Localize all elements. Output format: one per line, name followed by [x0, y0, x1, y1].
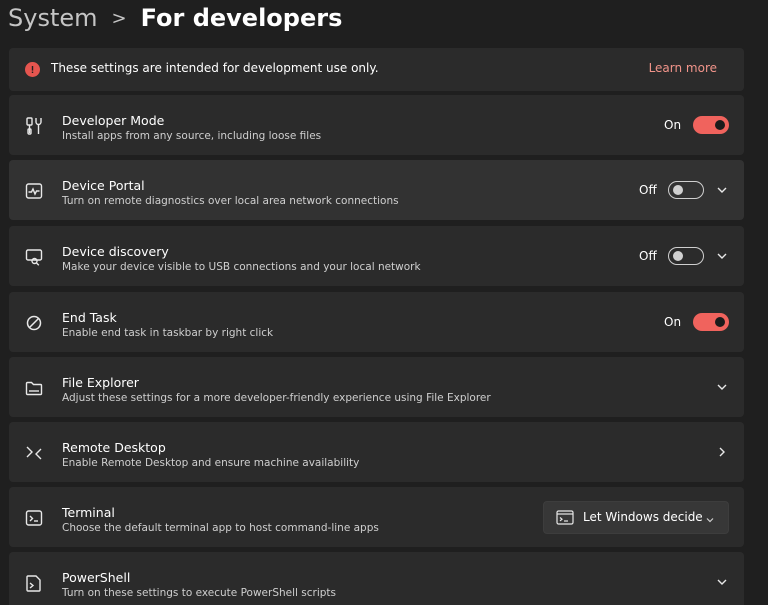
remote-desktop-icon	[23, 442, 45, 464]
breadcrumb: System > For developers	[8, 0, 342, 36]
setting-description: Enable Remote Desktop and ensure machine…	[62, 457, 360, 469]
end-task-toggle[interactable]	[693, 313, 729, 331]
setting-title: Terminal	[62, 505, 115, 520]
device-portal-icon	[23, 180, 45, 202]
toggle-state-label: On	[664, 315, 682, 329]
end-task-icon	[23, 312, 45, 334]
toggle-knob	[715, 317, 725, 327]
setting-title: Developer Mode	[62, 113, 165, 128]
developer-tools-icon	[23, 115, 45, 137]
breadcrumb-system-link[interactable]: System	[8, 4, 98, 32]
toggle-state-label: On	[664, 118, 682, 132]
toggle-state-label: Off	[639, 183, 657, 197]
info-icon	[25, 62, 40, 77]
toggle-state-label: Off	[639, 249, 657, 263]
setting-title: Device discovery	[62, 244, 169, 259]
setting-title: File Explorer	[62, 375, 139, 390]
setting-remote-desktop[interactable]: Remote Desktop Enable Remote Desktop and…	[9, 422, 744, 482]
setting-description: Install apps from any source, including …	[62, 130, 322, 142]
command-prompt-icon	[556, 510, 574, 526]
folder-icon	[23, 377, 45, 399]
chevron-right-icon[interactable]	[714, 444, 730, 460]
setting-device-discovery[interactable]: Device discovery Make your device visibl…	[9, 226, 744, 286]
toggle-knob	[715, 120, 725, 130]
setting-title: PowerShell	[62, 570, 131, 585]
setting-description: Make your device visible to USB connecti…	[62, 261, 421, 273]
banner-message: These settings are intended for developm…	[51, 61, 379, 75]
powershell-icon	[23, 572, 45, 594]
setting-description: Turn on these settings to execute PowerS…	[62, 587, 336, 599]
setting-end-task: End Task Enable end task in taskbar by r…	[9, 292, 744, 352]
device-portal-toggle[interactable]	[668, 181, 704, 199]
chevron-down-icon[interactable]	[714, 379, 730, 395]
terminal-icon	[23, 507, 45, 529]
device-discovery-icon	[23, 246, 45, 268]
developer-mode-toggle[interactable]	[693, 116, 729, 134]
setting-description: Adjust these settings for a more develop…	[62, 392, 491, 404]
setting-title: Device Portal	[62, 178, 145, 193]
setting-description: Enable end task in taskbar by right clic…	[62, 327, 274, 339]
chevron-down-icon[interactable]	[714, 182, 730, 198]
page-title: For developers	[140, 4, 343, 32]
setting-title: Remote Desktop	[62, 440, 166, 455]
setting-developer-mode: Developer Mode Install apps from any sou…	[9, 95, 744, 155]
device-discovery-toggle[interactable]	[668, 247, 704, 265]
chevron-down-icon[interactable]	[714, 574, 730, 590]
setting-terminal: Terminal Choose the default terminal app…	[9, 487, 744, 547]
breadcrumb-separator: >	[111, 7, 127, 29]
setting-powershell[interactable]: PowerShell Turn on these settings to exe…	[9, 552, 744, 605]
toggle-knob	[673, 251, 683, 261]
learn-more-link[interactable]: Learn more	[649, 61, 717, 75]
setting-description: Choose the default terminal app to host …	[62, 522, 379, 534]
chevron-down-icon	[704, 511, 716, 523]
info-banner: These settings are intended for developm…	[9, 48, 744, 91]
setting-device-portal[interactable]: Device Portal Turn on remote diagnostics…	[9, 160, 744, 220]
terminal-app-dropdown[interactable]: Let Windows decide	[543, 501, 729, 534]
setting-title: End Task	[62, 310, 117, 325]
setting-file-explorer[interactable]: File Explorer Adjust these settings for …	[9, 357, 744, 417]
toggle-knob	[673, 185, 683, 195]
setting-description: Turn on remote diagnostics over local ar…	[62, 195, 399, 207]
dropdown-selected-value: Let Windows decide	[583, 510, 703, 524]
chevron-down-icon[interactable]	[714, 248, 730, 264]
